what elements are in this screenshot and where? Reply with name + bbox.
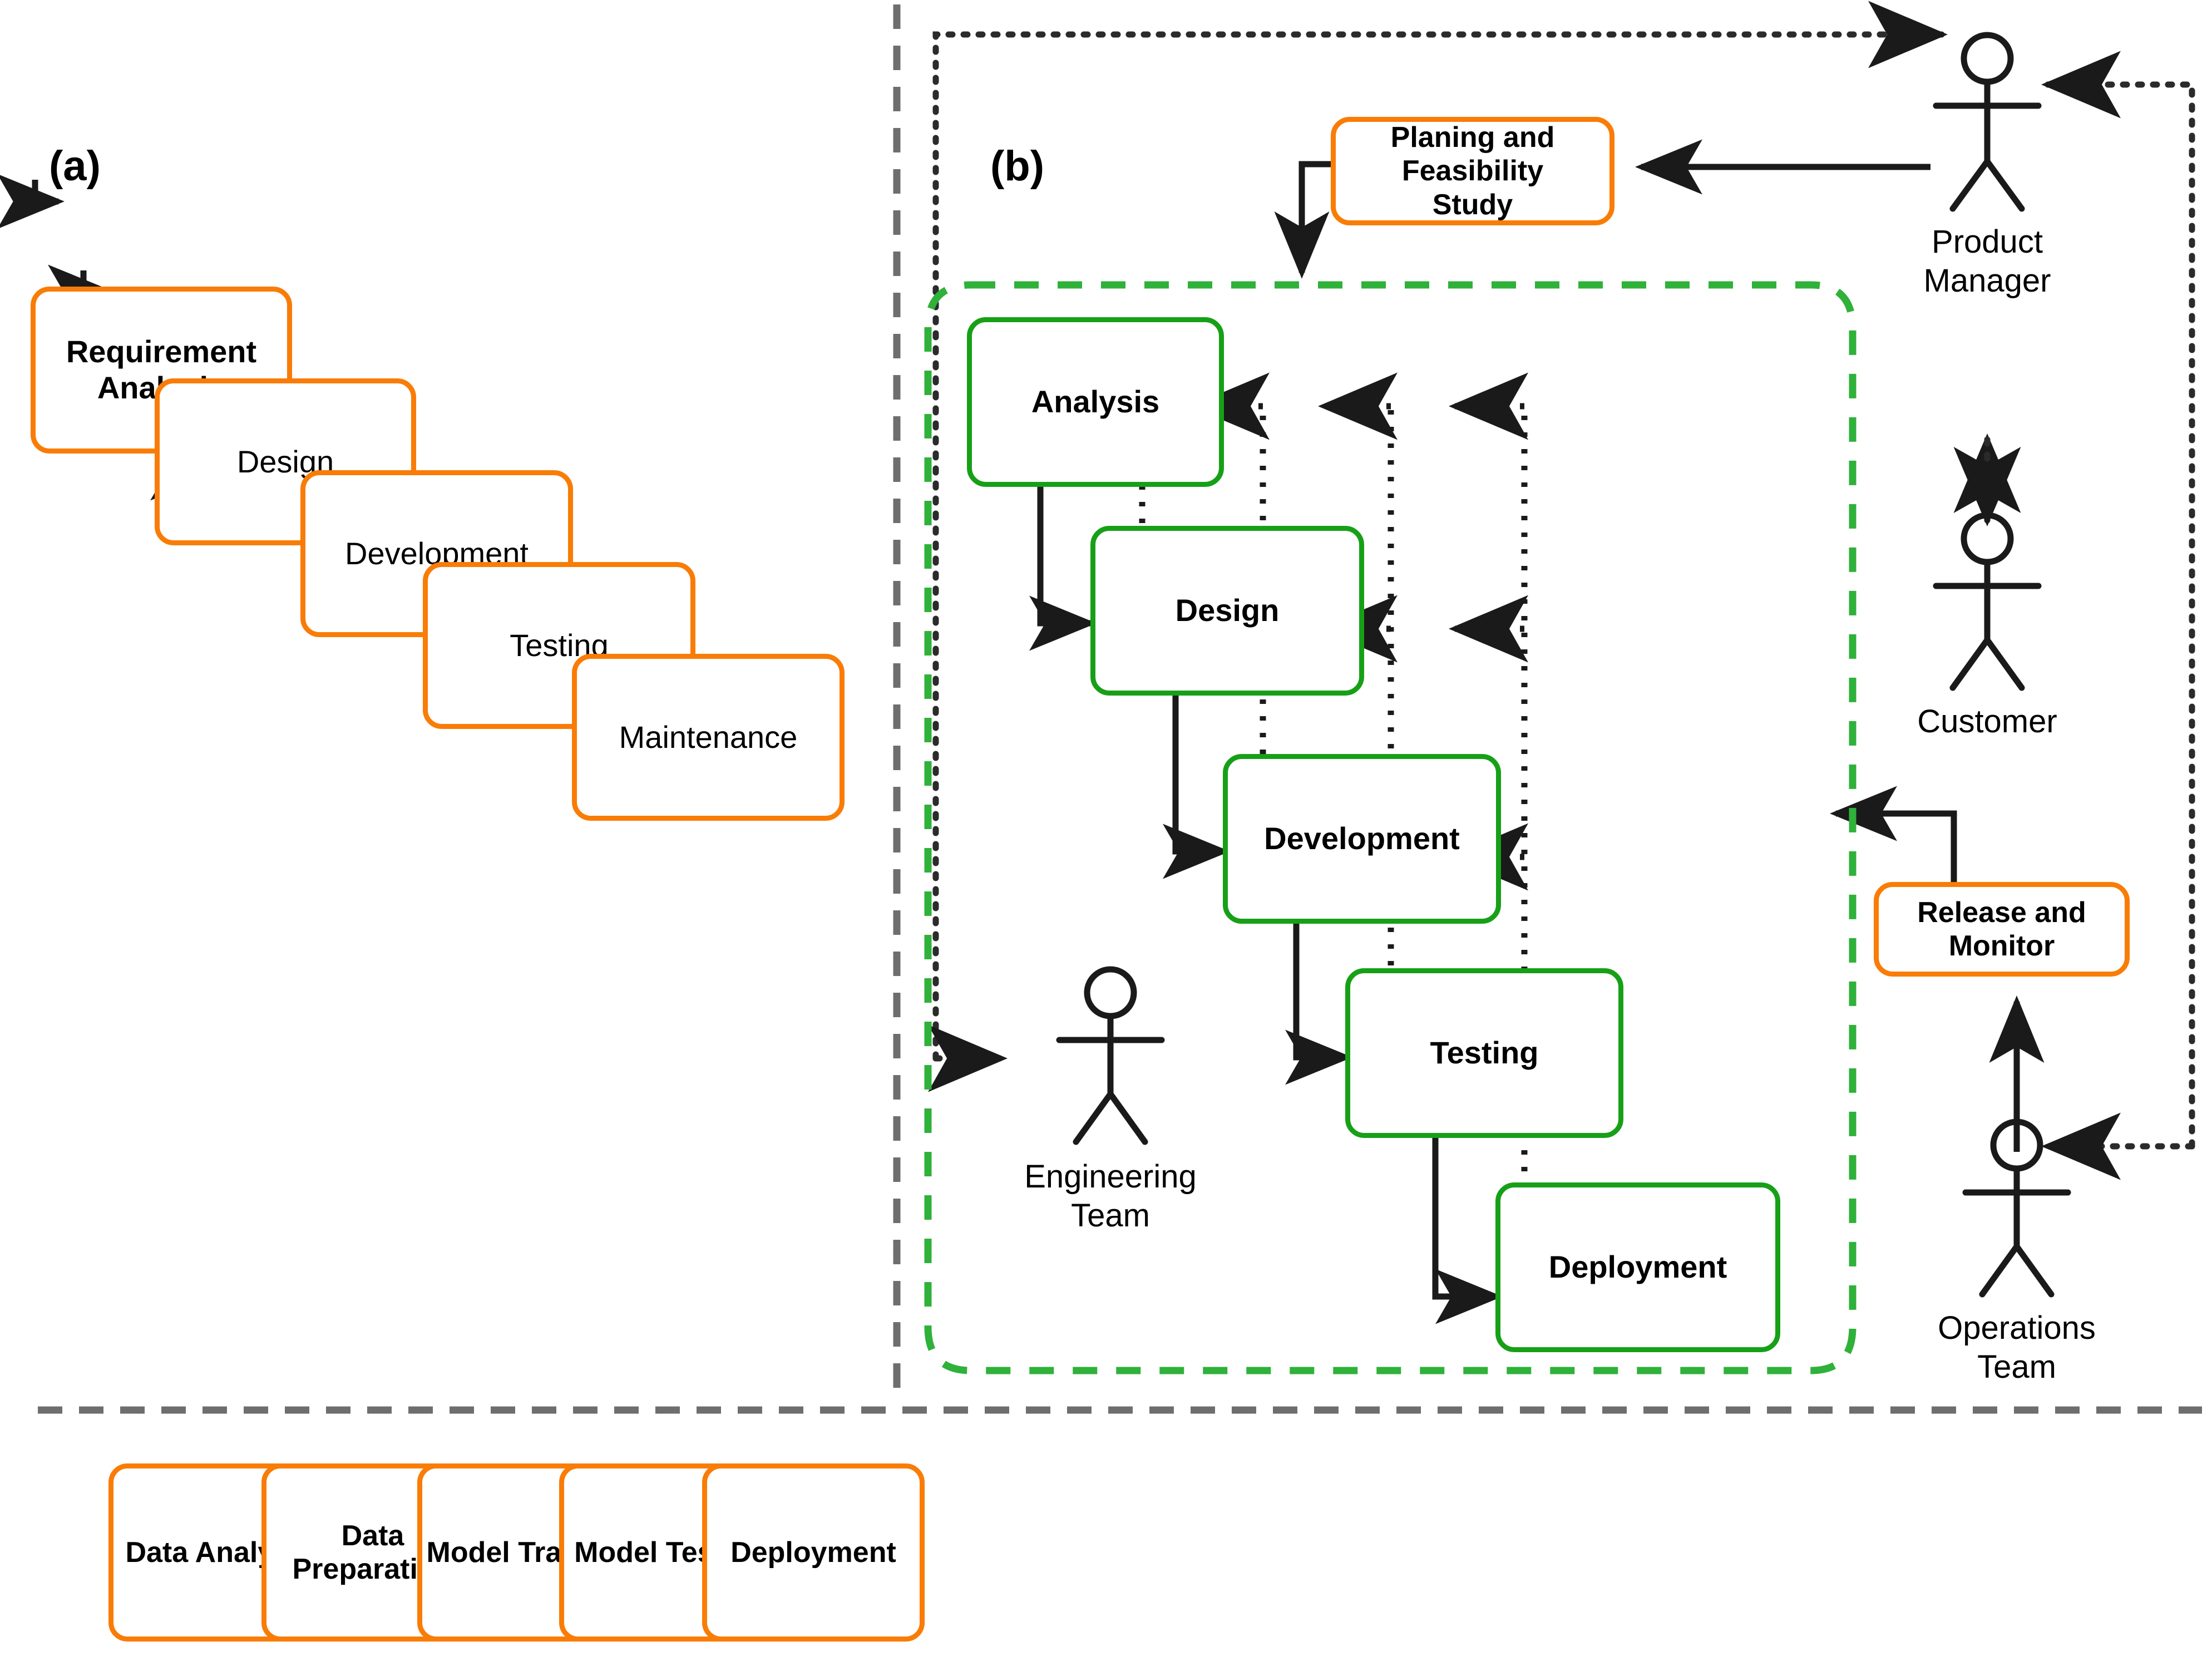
diagram-canvas: (a) (b) (c) Requirement Analysis Design … — [0, 0, 2212, 1656]
actor-label-operations-team: Operations Team — [1938, 1310, 2096, 1385]
release-and-monitor-box[interactable]: Release and Monitor — [1874, 882, 2130, 977]
actor-label-product-manager: Product Manager — [1923, 224, 2051, 299]
sprint-stage-testing[interactable]: Testing — [1345, 968, 1623, 1138]
planning-and-feasibility-study-box[interactable]: Planing and Feasibility Study — [1331, 117, 1614, 225]
engineering-team-figure — [1056, 966, 1165, 1145]
ml-stage-deployment[interactable]: Deployment — [702, 1463, 925, 1642]
actor-label-engineering-team: Engineering Team — [1024, 1159, 1197, 1234]
sprint-stage-development[interactable]: Development — [1223, 754, 1501, 924]
panel-label-b: (b) — [990, 142, 1045, 190]
customer-figure — [1933, 512, 2042, 691]
actor-label-customer: Customer — [1917, 703, 2057, 740]
sprint-stage-design[interactable]: Design — [1090, 526, 1364, 696]
planning-to-sprint — [1274, 161, 1331, 279]
product-manager-figure — [1933, 32, 2042, 212]
panel-label-a: (a) — [49, 142, 101, 190]
waterfall-stage-maintenance[interactable]: Maintenance — [572, 654, 845, 821]
sprint-stage-deployment[interactable]: Deployment — [1495, 1182, 1780, 1352]
sprint-stage-analysis[interactable]: Analysis — [967, 317, 1224, 487]
